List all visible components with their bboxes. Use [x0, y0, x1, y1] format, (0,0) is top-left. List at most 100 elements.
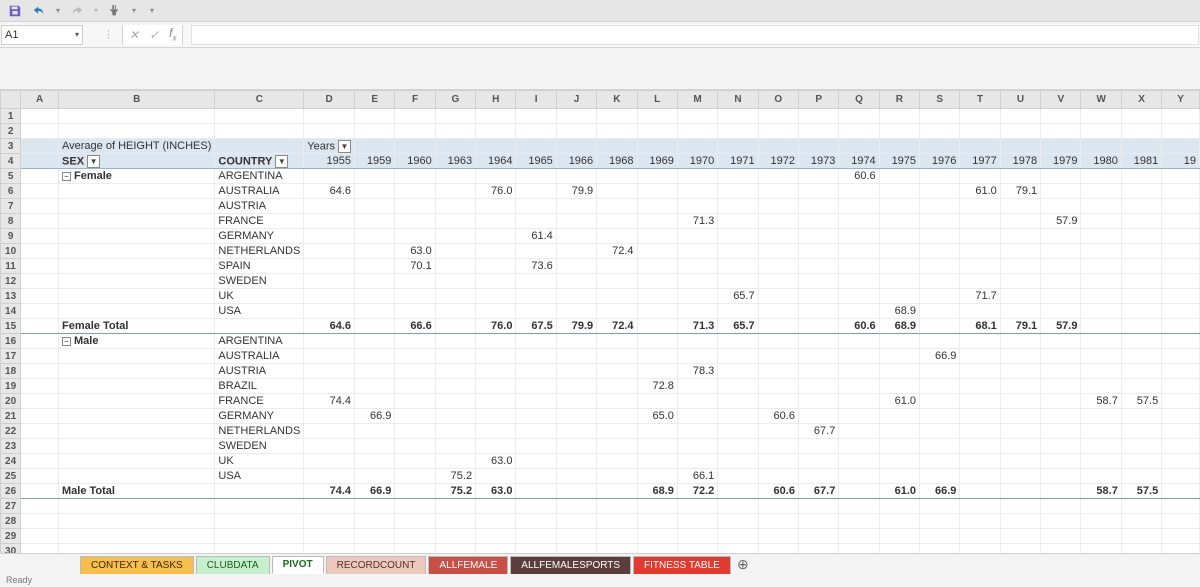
cell-V23[interactable]	[1041, 439, 1081, 454]
col-header-I[interactable]: I	[516, 91, 556, 109]
cell-I19[interactable]	[516, 379, 556, 394]
cell-S20[interactable]	[920, 394, 960, 409]
cell-K20[interactable]	[597, 394, 637, 409]
cell-C4[interactable]: COUNTRY▼	[215, 154, 304, 169]
cell-D18[interactable]	[304, 364, 355, 379]
cell-K5[interactable]	[597, 169, 637, 184]
cell-L7[interactable]	[637, 199, 677, 214]
cell-A18[interactable]	[21, 364, 59, 379]
cell-F25[interactable]	[395, 469, 435, 484]
cell-N9[interactable]	[718, 229, 758, 244]
cell-W25[interactable]	[1081, 469, 1121, 484]
filter-dropdown-icon[interactable]: ▼	[275, 155, 288, 168]
cell-S13[interactable]	[920, 289, 960, 304]
cell-B23[interactable]	[59, 439, 215, 454]
sheet-tab-recordcount[interactable]: RECORDCOUNT	[326, 556, 427, 574]
cell-M16[interactable]	[677, 334, 717, 349]
cell-F22[interactable]	[395, 424, 435, 439]
cell-B7[interactable]	[59, 199, 215, 214]
select-all-corner[interactable]	[1, 91, 21, 109]
col-header-G[interactable]: G	[435, 91, 475, 109]
cell-P30[interactable]	[798, 544, 838, 554]
cell-S30[interactable]	[920, 544, 960, 554]
cell-Q26[interactable]	[839, 484, 879, 499]
cell-O1[interactable]	[758, 109, 798, 124]
cell-M6[interactable]	[677, 184, 717, 199]
cell-W8[interactable]	[1081, 214, 1121, 229]
cell-S24[interactable]	[920, 454, 960, 469]
col-header-T[interactable]: T	[960, 91, 1000, 109]
cell-X17[interactable]	[1121, 349, 1161, 364]
cell-G16[interactable]	[435, 334, 475, 349]
touch-mode-icon[interactable]	[106, 2, 124, 20]
cell-D16[interactable]	[304, 334, 355, 349]
cell-F3[interactable]	[395, 139, 435, 154]
cell-B2[interactable]	[59, 124, 215, 139]
cell-N21[interactable]	[718, 409, 758, 424]
cell-M3[interactable]	[677, 139, 717, 154]
cell-X21[interactable]	[1121, 409, 1161, 424]
cell-I28[interactable]	[516, 514, 556, 529]
cell-E28[interactable]	[355, 514, 395, 529]
cell-O16[interactable]	[758, 334, 798, 349]
cell-S7[interactable]	[920, 199, 960, 214]
cell-A14[interactable]	[21, 304, 59, 319]
cell-Q28[interactable]	[839, 514, 879, 529]
cell-E11[interactable]	[355, 259, 395, 274]
cell-W5[interactable]	[1081, 169, 1121, 184]
customize-qat-caret[interactable]: ▾	[148, 6, 156, 15]
cell-T11[interactable]	[960, 259, 1000, 274]
cell-U14[interactable]	[1000, 304, 1040, 319]
cell-H27[interactable]	[476, 499, 516, 514]
cell-R2[interactable]	[879, 124, 919, 139]
cell-N15[interactable]: 65.7	[718, 319, 758, 334]
cell-G6[interactable]	[435, 184, 475, 199]
cell-E25[interactable]	[355, 469, 395, 484]
cell-B10[interactable]	[59, 244, 215, 259]
cell-J1[interactable]	[556, 109, 596, 124]
row-header-26[interactable]: 26	[1, 484, 21, 499]
cell-O5[interactable]	[758, 169, 798, 184]
cell-U1[interactable]	[1000, 109, 1040, 124]
cell-P27[interactable]	[798, 499, 838, 514]
cell-A29[interactable]	[21, 529, 59, 544]
cell-C9[interactable]: GERMANY	[215, 229, 304, 244]
cell-U13[interactable]	[1000, 289, 1040, 304]
cell-A20[interactable]	[21, 394, 59, 409]
cell-N1[interactable]	[718, 109, 758, 124]
cell-M1[interactable]	[677, 109, 717, 124]
cell-C14[interactable]: USA	[215, 304, 304, 319]
cell-R3[interactable]	[879, 139, 919, 154]
cell-N12[interactable]	[718, 274, 758, 289]
cell-H2[interactable]	[476, 124, 516, 139]
cell-T10[interactable]	[960, 244, 1000, 259]
cell-F14[interactable]	[395, 304, 435, 319]
cell-S8[interactable]	[920, 214, 960, 229]
cell-I1[interactable]	[516, 109, 556, 124]
row-header-13[interactable]: 13	[1, 289, 21, 304]
cell-E26[interactable]: 66.9	[355, 484, 395, 499]
cell-D25[interactable]	[304, 469, 355, 484]
cell-F7[interactable]	[395, 199, 435, 214]
cell-W11[interactable]	[1081, 259, 1121, 274]
cell-X30[interactable]	[1121, 544, 1161, 554]
cell-O21[interactable]: 60.6	[758, 409, 798, 424]
cell-X8[interactable]	[1121, 214, 1161, 229]
cell-N11[interactable]	[718, 259, 758, 274]
cell-C17[interactable]: AUSTRALIA	[215, 349, 304, 364]
cell-S29[interactable]	[920, 529, 960, 544]
cell-Y3[interactable]	[1162, 139, 1200, 154]
cell-C7[interactable]: AUSTRIA	[215, 199, 304, 214]
cell-K2[interactable]	[597, 124, 637, 139]
cell-R9[interactable]	[879, 229, 919, 244]
cell-T4[interactable]: 1977	[960, 154, 1000, 169]
cell-K27[interactable]	[597, 499, 637, 514]
cell-O13[interactable]	[758, 289, 798, 304]
cell-M18[interactable]: 78.3	[677, 364, 717, 379]
cell-P29[interactable]	[798, 529, 838, 544]
cell-Y9[interactable]	[1162, 229, 1200, 244]
cell-U27[interactable]	[1000, 499, 1040, 514]
cell-D21[interactable]	[304, 409, 355, 424]
cell-G25[interactable]: 75.2	[435, 469, 475, 484]
cell-V28[interactable]	[1041, 514, 1081, 529]
